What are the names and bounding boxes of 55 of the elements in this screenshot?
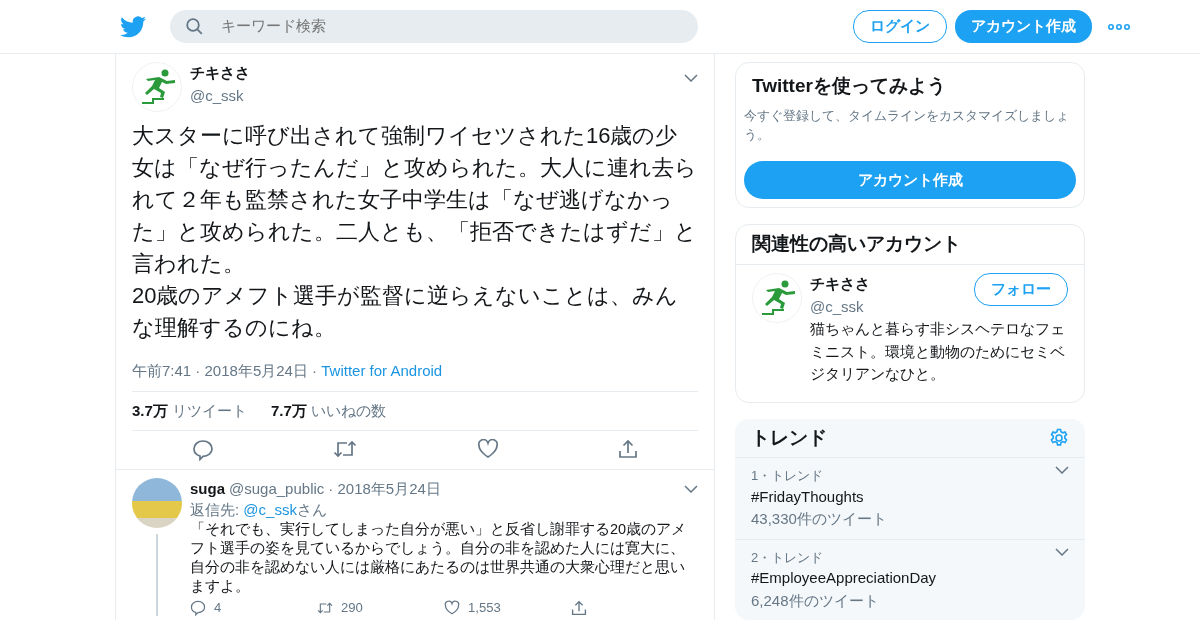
action-count: 1,553: [468, 600, 501, 616]
settings-icon[interactable]: [1049, 428, 1069, 448]
avatar-pictogram-icon[interactable]: [132, 62, 182, 112]
chevron-icon[interactable]: [1055, 466, 1069, 475]
more-icon[interactable]: [1108, 23, 1130, 30]
card-title: Twitterを使ってみよう: [751, 74, 947, 98]
reply-to-text: 返信先: @c_sskさん: [190, 500, 328, 520]
signup-button[interactable]: アカウント作成: [955, 10, 1092, 43]
author-name[interactable]: suga: [190, 478, 225, 499]
reply-icon[interactable]: [191, 439, 214, 461]
author-name[interactable]: チキささ: [190, 62, 676, 85]
trend-item[interactable]: 2・トレンド #EmployeeAppreciationDay 6,248件のツイート: [735, 538, 1085, 621]
reply-text: 「それでも、実行してしまった自分が悪い」と反省し謝罪する20歳のアメフト選手の姿を見ているからでしょう。自分の非を認めた人には寛大に、自分の非を認めない人には厳格にあたるのは世界共通の大衆心理だと思いますよ。: [190, 520, 688, 596]
trend-name[interactable]: #EmployeeAppreciationDay: [751, 567, 1055, 590]
search-icon: [186, 18, 203, 35]
tweet-timestamp: 午前7:41 · 2018年5月24日 · Twitter for Android: [132, 361, 444, 381]
author-handle[interactable]: @c_ssk: [190, 84, 676, 107]
card-title: トレンド: [751, 426, 827, 450]
trend-count: 6,248件のツイート: [751, 590, 880, 611]
heart-icon[interactable]: [476, 439, 499, 459]
card-title: 関連性の高いアカウント: [751, 232, 962, 257]
account-handle[interactable]: @c_ssk: [810, 295, 974, 319]
heart-icon[interactable]: [444, 600, 460, 616]
author-handle[interactable]: @suga_public: [229, 478, 325, 499]
retweet-icon[interactable]: [333, 439, 358, 459]
trend-item[interactable]: 1・トレンド #FridayThoughts 43,330件のツイート: [735, 457, 1085, 539]
chevron-icon[interactable]: [1055, 547, 1069, 556]
stat-link[interactable]: 7.7万 いいねの数: [271, 399, 387, 422]
signup-button[interactable]: アカウント作成: [744, 160, 1076, 200]
card-text: 今すぐ登録して、タイムラインをカスタマイズしましょう。: [744, 106, 1070, 145]
account-name[interactable]: チキささ: [810, 273, 974, 296]
share-icon[interactable]: [571, 600, 587, 616]
source-link[interactable]: Twitter for Android: [321, 362, 443, 379]
login-button[interactable]: ログイン: [853, 10, 947, 43]
follow-button[interactable]: フォロー: [974, 273, 1068, 306]
action-count: 4: [214, 600, 222, 616]
action-count: 290: [341, 600, 363, 616]
trend-name[interactable]: #FridayThoughts: [751, 485, 1055, 509]
tweet-text: 大スターに呼び出されて強制ワイセツされた16歳の少女は「なぜ行ったんだ」と攻められた。大人に連れ去られて２年も監禁された女子中学生は「なぜ逃げなかった」と攻められた。二人とも、「拒否できたはずだ」と言われた。 20歳のアメフト選手が監督に逆らえないことは、みんな理解するのにね。: [132, 122, 698, 342]
trend-rank: 1・トレンド: [751, 467, 825, 486]
trend-rank: 2・トレンド: [751, 548, 825, 567]
search-bar[interactable]: キーワード検索: [170, 10, 698, 43]
avatar-pictogram-icon[interactable]: [752, 273, 802, 324]
search-field[interactable]: キーワード検索: [219, 14, 659, 39]
bird-logo-icon[interactable]: [120, 15, 146, 38]
retweet-icon[interactable]: [317, 600, 333, 616]
reply-date[interactable]: · 2018年5月24日: [328, 478, 680, 499]
stat-link[interactable]: 3.7万 リツイート: [132, 399, 248, 422]
chevron-icon[interactable]: [684, 484, 698, 493]
chevron-icon[interactable]: [684, 74, 698, 83]
share-icon[interactable]: [618, 439, 639, 459]
trend-count: 43,330件のツイート: [751, 509, 888, 530]
account-bio: 猫ちゃんと暮らす非シスヘテロなフェミニスト。環境と動物のためにセミベジタリアンなひと。: [810, 319, 1066, 385]
mention-link[interactable]: @c_ssk: [243, 501, 297, 518]
reply-icon[interactable]: [190, 600, 206, 616]
